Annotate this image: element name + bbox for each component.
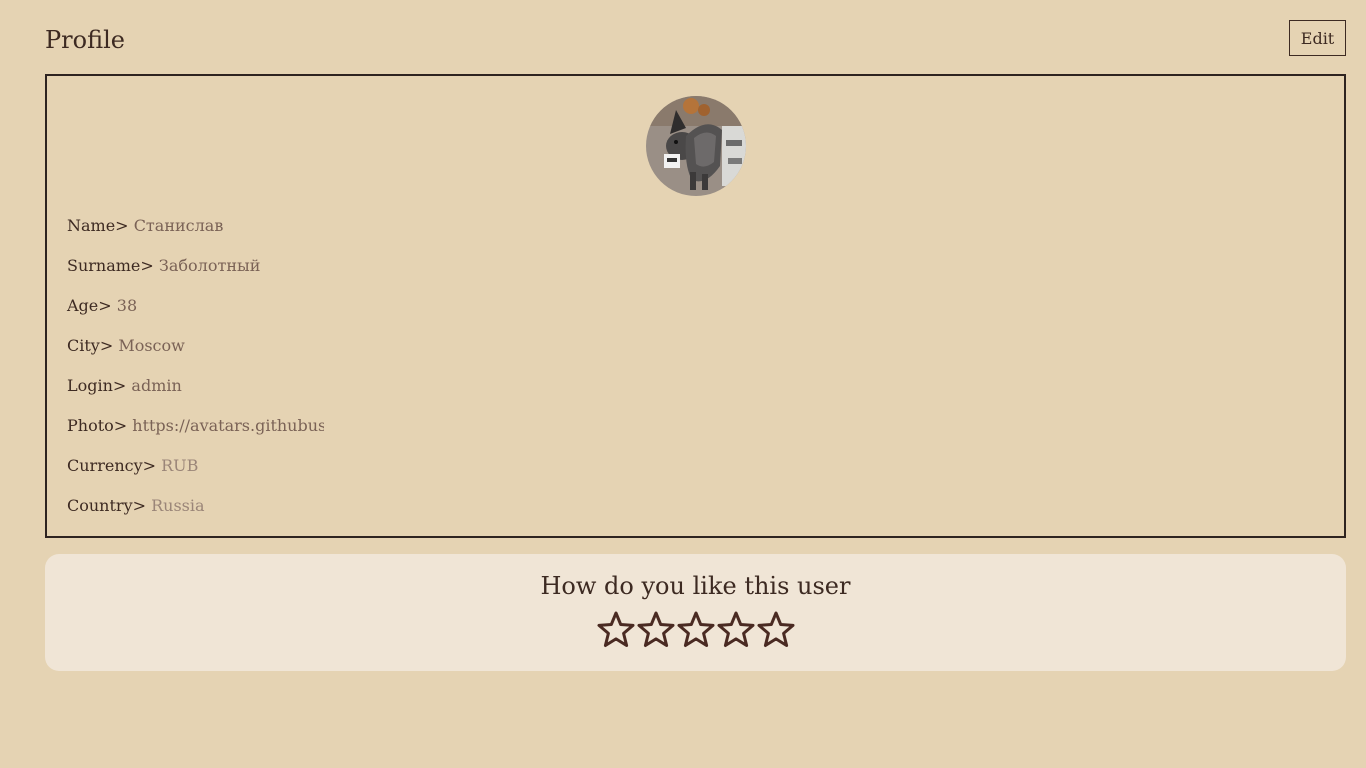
profile-header: Profile Edit [45, 20, 1346, 58]
avatar [646, 96, 746, 196]
field-value: 38 [116, 296, 138, 315]
field-label: Age> [67, 296, 112, 315]
field-name: Name> Станислав [67, 206, 324, 246]
field-value: https://avatars.githubusercontent.com [132, 416, 325, 435]
field-value: Moscow [118, 336, 185, 355]
field-photo: Photo> https://avatars.githubusercontent… [67, 406, 324, 446]
field-value: Заболотный [158, 256, 261, 275]
page-title: Profile [45, 26, 125, 54]
field-label: Login> [67, 376, 127, 395]
profile-card: Name> Станислав Surname> Заболотный Age>… [45, 74, 1346, 538]
edit-button[interactable]: Edit [1289, 20, 1346, 56]
field-label: Country> [67, 496, 147, 515]
field-country: Country> Russia [67, 486, 324, 526]
star-rating [596, 610, 796, 650]
profile-fields: Name> Станислав Surname> Заболотный Age>… [67, 206, 324, 526]
field-value: Russia [151, 496, 205, 515]
field-label: Surname> [67, 256, 154, 275]
star-outline-icon[interactable] [756, 610, 796, 650]
star-outline-icon[interactable] [596, 610, 636, 650]
field-label: Currency> [67, 456, 157, 475]
dog-photo-icon [646, 96, 746, 196]
field-label: City> [67, 336, 114, 355]
field-city: City> Moscow [67, 326, 324, 366]
star-outline-icon[interactable] [716, 610, 756, 650]
field-label: Photo> [67, 416, 128, 435]
star-outline-icon[interactable] [636, 610, 676, 650]
rating-question: How do you like this user [540, 572, 851, 600]
field-surname: Surname> Заболотный [67, 246, 324, 286]
field-label: Name> [67, 216, 129, 235]
field-age: Age> 38 [67, 286, 324, 326]
rating-panel: How do you like this user [45, 554, 1346, 671]
field-value: Станислав [133, 216, 224, 235]
field-value: RUB [161, 456, 199, 475]
field-value: admin [131, 376, 182, 395]
field-login: Login> admin [67, 366, 324, 406]
field-currency: Currency> RUB [67, 446, 324, 486]
star-outline-icon[interactable] [676, 610, 716, 650]
